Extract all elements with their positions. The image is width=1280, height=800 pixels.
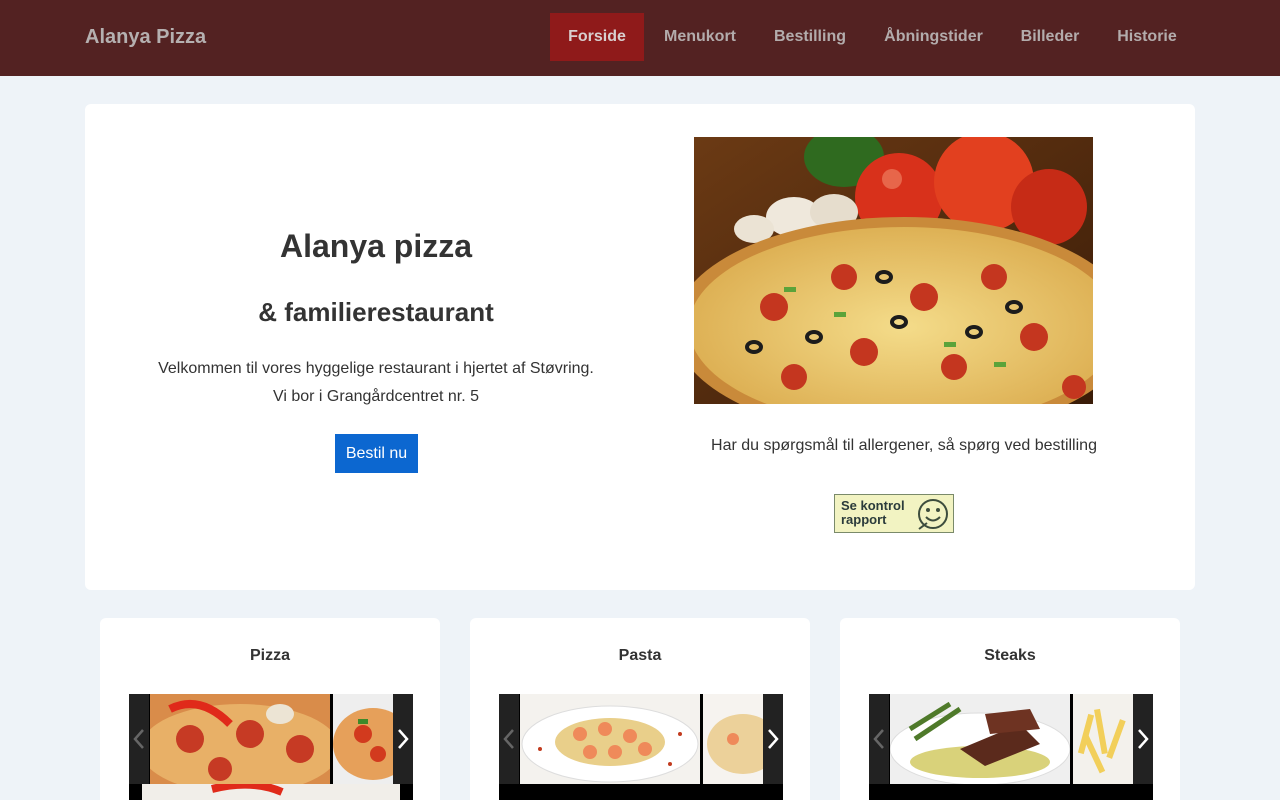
chevron-left-icon <box>873 729 884 749</box>
card-title: Pasta <box>618 647 662 664</box>
allergen-note: Har du spørgsmål til allergener, så spør… <box>711 437 1097 454</box>
hero-subtitle: & familierestaurant <box>258 297 494 327</box>
chevron-right-icon <box>1138 729 1149 749</box>
steak-slide-image-2 <box>1073 694 1133 784</box>
pizza-slide-image-2 <box>333 694 393 784</box>
nav-link-historie[interactable]: Historie <box>1100 13 1194 61</box>
pizza-hero-image <box>694 137 1093 404</box>
card-pizza: Pizza <box>100 618 440 800</box>
steaks-carousel <box>869 694 1153 800</box>
carousel-next-button[interactable] <box>1133 694 1153 784</box>
card-title: Pizza <box>249 647 290 664</box>
order-now-button[interactable]: Bestil nu <box>335 434 418 473</box>
chevron-right-icon <box>768 729 779 749</box>
carousel-next-button[interactable] <box>763 694 783 784</box>
nav-link-menukort[interactable]: Menukort <box>645 13 755 61</box>
smiley-icon <box>918 499 948 530</box>
card-pasta: Pasta <box>470 618 810 800</box>
hero-title: Alanya pizza <box>279 228 473 264</box>
pasta-slide-image-2 <box>703 694 763 784</box>
nav-link-forside[interactable]: Forside <box>550 13 644 61</box>
pasta-slide-image <box>520 694 700 784</box>
brand-logo[interactable]: Alanya Pizza <box>85 26 206 49</box>
chevron-right-icon <box>398 729 409 749</box>
nav-link-bestilling[interactable]: Bestilling <box>757 13 863 61</box>
pizza-slide-image <box>150 694 330 784</box>
control-report-label: Se kontrol rapport <box>841 498 905 527</box>
steak-slide-image <box>890 694 1070 784</box>
control-report-badge[interactable]: Se kontrol rapport <box>834 494 954 533</box>
carousel-prev-button[interactable] <box>869 694 889 784</box>
pasta-carousel <box>499 694 783 800</box>
nav-link-abningstider[interactable]: Åbningstider <box>866 13 1001 61</box>
carousel-next-button[interactable] <box>393 694 413 784</box>
card-title: Steaks <box>984 647 1036 664</box>
pizza-carousel <box>129 694 413 800</box>
nav-link-billeder[interactable]: Billeder <box>1003 13 1097 61</box>
address-text: Vi bor i Grangårdcentret nr. 5 <box>272 388 480 405</box>
card-steaks: Steaks <box>840 618 1180 800</box>
welcome-text: Velkommen til vores hyggelige restaurant… <box>158 360 594 377</box>
pizza-slide-image-3 <box>142 784 400 800</box>
carousel-prev-button[interactable] <box>129 694 149 784</box>
hero-panel: Alanya pizza & familierestaurant Velkomm… <box>85 104 1195 590</box>
chevron-left-icon <box>133 729 144 749</box>
carousel-prev-button[interactable] <box>499 694 519 784</box>
navbar: Alanya Pizza Forside Menukort Bestilling… <box>0 0 1280 76</box>
chevron-left-icon <box>503 729 514 749</box>
